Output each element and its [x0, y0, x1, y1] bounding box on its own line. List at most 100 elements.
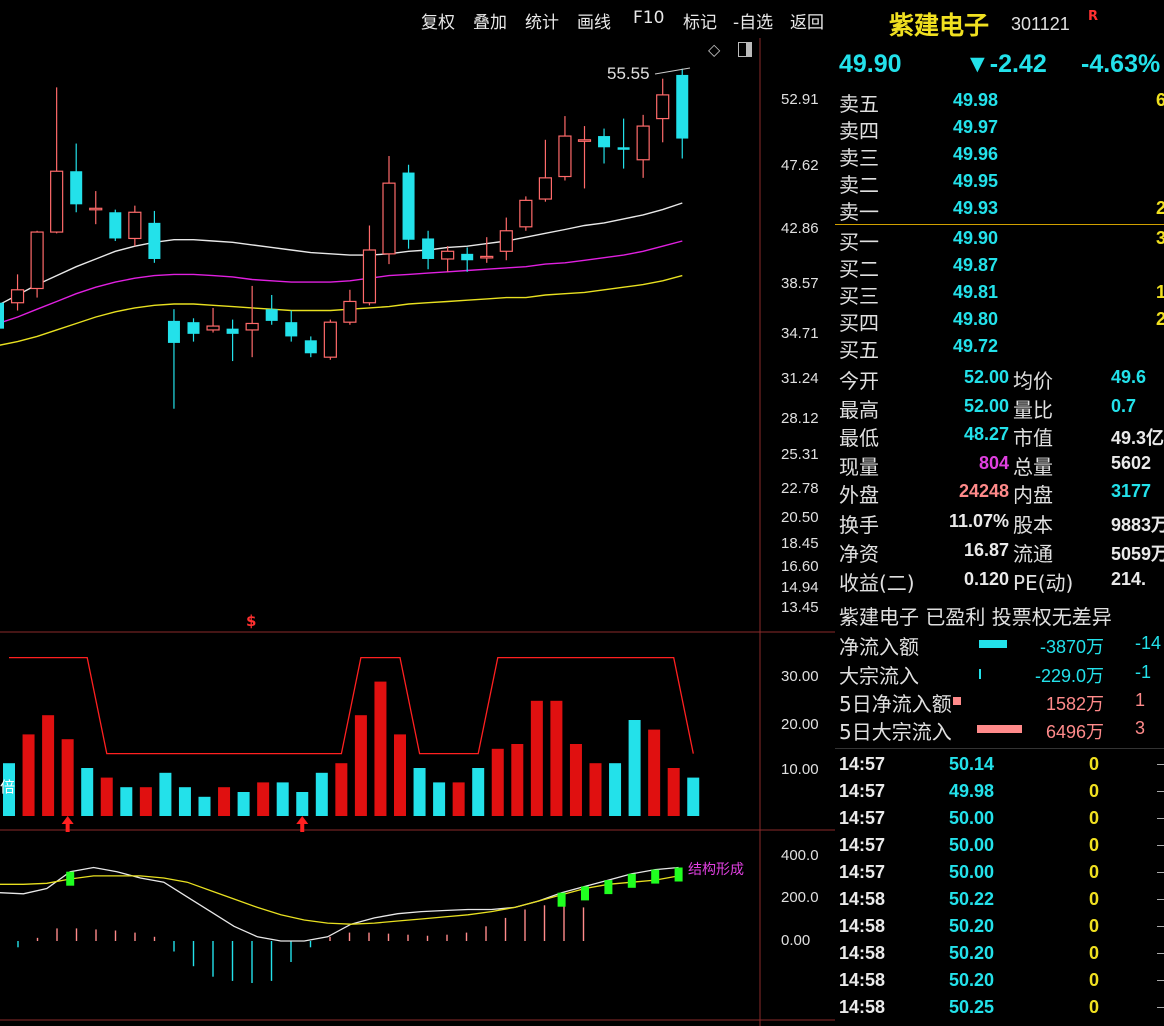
candle-body-15 [285, 322, 298, 337]
candle-body-2 [30, 231, 44, 290]
bid-price: 49.80 [953, 309, 999, 329]
macd-green-bar-3 [604, 880, 613, 895]
tick-volume: 0 [1089, 970, 1100, 990]
candle-body-21 [402, 172, 415, 240]
volume-axis-label-2: 10.00 [781, 761, 819, 778]
candle-body-25 [480, 255, 494, 259]
tick-row-4[interactable]: 14:57 50.00 0 [839, 860, 1164, 887]
volume-bar-26 [511, 744, 524, 816]
tick-dash [1157, 1007, 1164, 1008]
macd-green-bar-6 [674, 867, 683, 882]
tick-row-5[interactable]: 14:58 50.22 0 [839, 887, 1164, 914]
stat-label-right: PE(动) [1013, 571, 1074, 595]
stats-row-6: 净资 16.87 流通 5059万 [839, 538, 1164, 566]
candle-body-26 [499, 230, 513, 252]
flow-bar [979, 669, 981, 679]
candle-body-14 [265, 309, 278, 321]
volume-bar-24 [472, 768, 485, 816]
stats-row-5: 换手 11.07% 股本 9883万 [839, 509, 1164, 537]
volume-bar-14 [276, 782, 289, 816]
stat-value-right: 49.3亿 [1111, 428, 1164, 448]
candle-body-3 [50, 170, 64, 233]
flow-value: -3870万 [1039, 637, 1104, 657]
bid-label: 买三 [839, 284, 879, 308]
signal-mark: $ [246, 612, 257, 630]
volume-bar-20 [394, 734, 406, 816]
macd-axis-label-1: 200.0 [781, 889, 819, 906]
candle-body-5 [89, 207, 103, 211]
tick-price: 50.14 [949, 754, 995, 774]
stats-row-7: 收益(二) 0.120 PE(动) 214. [839, 567, 1164, 595]
candle-body-12 [226, 328, 239, 334]
volume-bar-2 [42, 715, 55, 816]
tick-volume: 0 [1089, 808, 1100, 828]
price-axis-label-0: 52.91 [781, 91, 819, 108]
candle-body-27 [519, 199, 533, 228]
candle-body-11 [206, 325, 220, 331]
ask-label: 卖一 [839, 200, 879, 224]
tick-price: 50.22 [949, 889, 995, 909]
ask-price: 49.93 [953, 198, 999, 218]
bid-label: 买一 [839, 230, 879, 254]
tick-row-1[interactable]: 14:57 49.98 0 [839, 779, 1164, 806]
volume-bar-13 [257, 782, 270, 816]
flow-row-1: 大宗流入 -229.0万 -1 [839, 660, 1164, 688]
candle-body-24 [461, 253, 474, 261]
tick-volume: 0 [1089, 997, 1100, 1017]
volume-bar-18 [354, 715, 367, 816]
flow-extra: 1 [1135, 690, 1146, 710]
ticks-divider [835, 748, 1164, 749]
tick-row-0[interactable]: 14:57 50.14 0 [839, 752, 1164, 779]
ask-volume: 6 [1156, 90, 1164, 110]
tick-row-8[interactable]: 14:58 50.20 0 [839, 968, 1164, 995]
tick-row-2[interactable]: 14:57 50.00 0 [839, 806, 1164, 833]
candle-body-17 [323, 321, 337, 358]
diamond-icon[interactable]: ◇ [708, 40, 720, 59]
ask-label: 卖二 [839, 173, 879, 197]
stock-name[interactable]: 紫建电子 [889, 6, 989, 42]
stats-row-3: 现量 804 总量 5602 [839, 451, 1164, 479]
stat-label-left: 现量 [839, 455, 879, 479]
panel-toggle-icon[interactable] [738, 42, 752, 57]
volume-bar-11 [218, 787, 231, 816]
tick-price: 50.25 [949, 997, 995, 1017]
tick-price: 49.98 [949, 781, 995, 801]
macd-green-bar-2 [581, 886, 589, 901]
tick-volume: 0 [1089, 862, 1100, 882]
tick-volume: 0 [1089, 754, 1100, 774]
candle-body-31 [598, 136, 611, 148]
stat-label-right: 均价 [1013, 369, 1053, 393]
volume-bar-12 [237, 792, 250, 816]
high-marker-line [654, 67, 691, 75]
candle-body-29 [558, 135, 572, 178]
stock-flag: R [1088, 9, 1099, 24]
flow-extra: -14 [1135, 633, 1162, 653]
ask-label: 卖四 [839, 119, 879, 143]
macd-green-bar-1 [557, 892, 566, 907]
tick-row-7[interactable]: 14:58 50.20 0 [839, 941, 1164, 968]
volume-bar-10 [198, 796, 211, 816]
tick-price: 50.00 [949, 835, 995, 855]
candle-body-8 [148, 222, 161, 259]
stat-label-left: 换手 [839, 513, 879, 537]
stat-value-left: 52.00 [963, 367, 1009, 387]
tick-row-3[interactable]: 14:57 50.00 0 [839, 833, 1164, 860]
candle-body-16 [304, 340, 317, 354]
volume-bar-32 [628, 720, 641, 816]
candle-body-35 [676, 74, 689, 139]
price-axis-label-5: 31.24 [781, 370, 819, 387]
stat-value-right: 49.6 [1111, 367, 1147, 387]
tick-dash [1157, 764, 1164, 765]
tick-volume: 0 [1089, 781, 1100, 801]
tick-row-9[interactable]: 14:58 50.25 0 [839, 995, 1164, 1022]
tick-volume: 0 [1089, 835, 1100, 855]
price-axis-label-12: 14.94 [781, 579, 819, 596]
tick-price: 50.20 [949, 916, 995, 936]
macd-axis-label-0: 400.0 [781, 847, 819, 864]
stat-label-right: 内盘 [1013, 483, 1053, 507]
volume-bar-3 [61, 739, 74, 816]
stat-label-right: 总量 [1013, 455, 1053, 479]
stat-label-left: 净资 [839, 542, 879, 566]
ma-line-white [0, 202, 683, 306]
tick-row-6[interactable]: 14:58 50.20 0 [839, 914, 1164, 941]
